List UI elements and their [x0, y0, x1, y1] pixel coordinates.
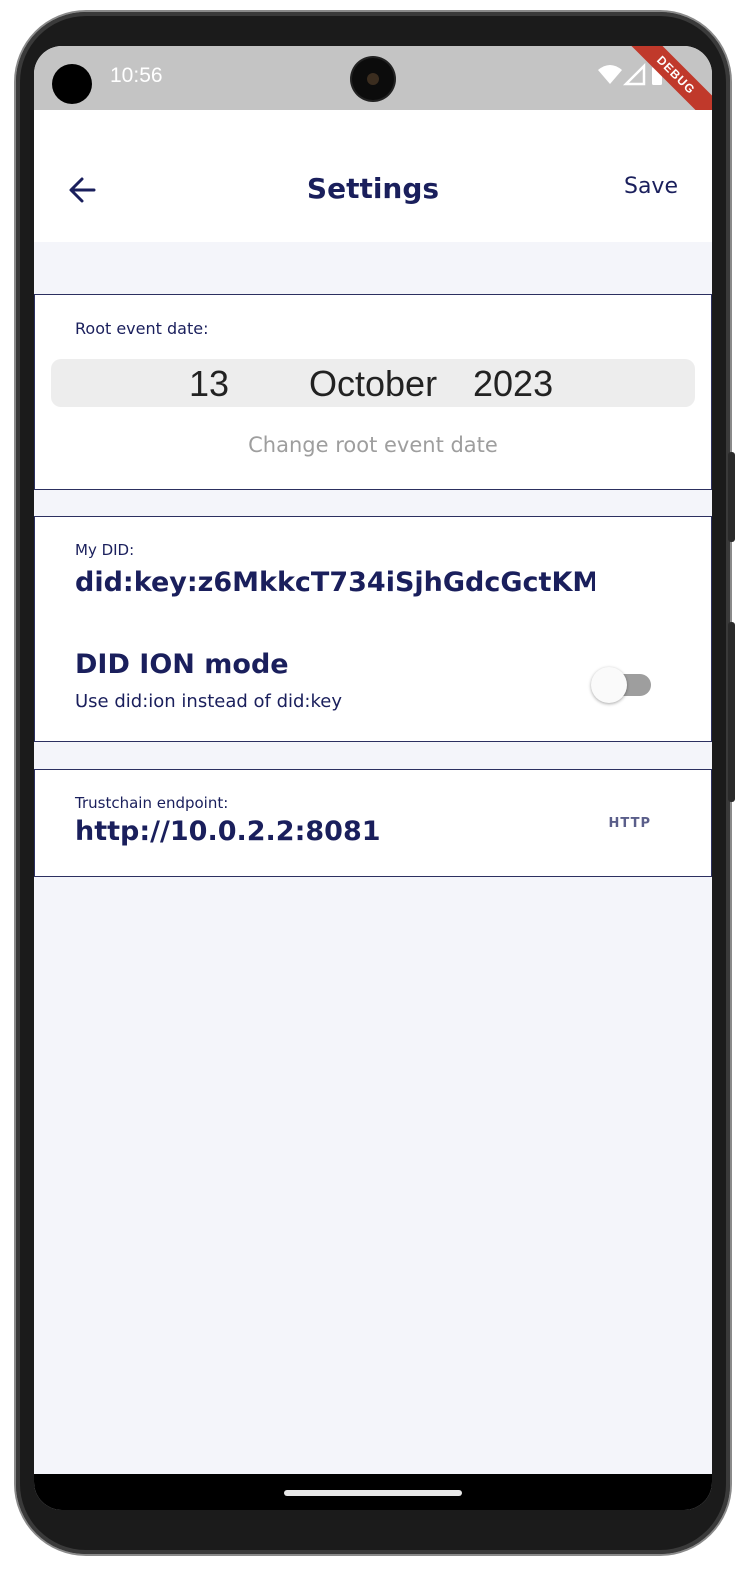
camera-icon	[352, 58, 394, 100]
trustchain-endpoint-value: http://10.0.2.2:8081	[75, 816, 381, 847]
change-root-event-date-button[interactable]: Change root event date	[35, 433, 711, 457]
power-button	[728, 452, 735, 542]
protocol-badge: HTTP	[608, 816, 651, 831]
date-year[interactable]: 2023	[473, 363, 553, 405]
trustchain-label: Trustchain endpoint:	[75, 794, 229, 812]
did-label: My DID:	[75, 541, 135, 559]
did-value: did:key:z6MkkcT734iSjhGdcGctKMA	[75, 567, 595, 598]
home-gesture-handle[interactable]	[284, 1490, 462, 1496]
did-ion-title: DID ION mode	[75, 649, 289, 680]
app-screen: 10:56 DEBUG Settings Save Root event dat…	[34, 46, 712, 1510]
date-picker[interactable]: 13 October 2023	[51, 359, 695, 407]
save-button[interactable]: Save	[624, 174, 678, 199]
punch-hole	[52, 64, 92, 104]
status-time: 10:56	[110, 64, 163, 87]
did-ion-subtitle: Use did:ion instead of did:key	[75, 691, 343, 712]
did-card: My DID: did:key:z6MkkcT734iSjhGdcGctKMA …	[34, 516, 712, 742]
signal-icon	[622, 62, 646, 86]
system-nav-bar	[34, 1474, 712, 1510]
volume-button	[728, 622, 735, 802]
trustchain-card[interactable]: Trustchain endpoint: http://10.0.2.2:808…	[34, 769, 712, 877]
app-bar: Settings Save	[34, 110, 712, 242]
toggle-thumb	[591, 667, 627, 703]
root-event-label: Root event date:	[75, 319, 209, 338]
date-month[interactable]: October	[309, 363, 437, 405]
date-day[interactable]: 13	[189, 363, 229, 405]
root-event-card: Root event date: 13 October 2023 Change …	[34, 294, 712, 490]
wifi-icon	[598, 65, 622, 84]
status-bar: 10:56 DEBUG	[34, 46, 712, 140]
page-title: Settings	[306, 172, 440, 205]
did-ion-toggle[interactable]	[591, 667, 653, 703]
